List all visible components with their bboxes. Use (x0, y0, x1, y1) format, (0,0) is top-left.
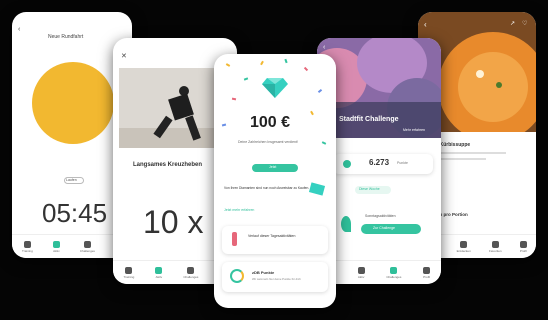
nav-active[interactable]: Aktiv (52, 240, 60, 253)
reward-amount: 100 € (250, 114, 291, 131)
nav-challenges[interactable]: Challenges (80, 240, 95, 253)
info-text: Von Ihren Diamanten sind nun noch Anweis… (224, 186, 310, 190)
nav-training[interactable]: Training (124, 266, 134, 279)
hero-more-button[interactable]: Mehr erfahren (403, 128, 425, 132)
week-badge-label: Diese Woche (359, 187, 380, 191)
close-icon[interactable]: ✕ (121, 52, 127, 60)
running-icon (23, 240, 31, 248)
nav-active[interactable]: Aktiv (357, 266, 365, 279)
nav-discover[interactable]: Entdecken (457, 240, 471, 253)
card-title: Sonntagsaktivitäten (365, 214, 396, 218)
running-icon (125, 266, 133, 274)
trophy-icon (390, 266, 398, 274)
reps-counter: 10 x (143, 204, 204, 240)
activity-icon (155, 266, 163, 274)
score-value: 6.273 (369, 158, 390, 167)
share-icon[interactable]: ↗ (510, 20, 515, 27)
nav-challenges[interactable]: Challenges (183, 266, 198, 279)
bottle-icon (232, 232, 237, 246)
back-arrow-icon[interactable]: ‹ (323, 44, 325, 51)
screen-title: Neue Rundfahrt (48, 34, 84, 40)
challenge-leaf-illustration (341, 216, 351, 232)
profile-icon (519, 240, 527, 248)
nav-profile[interactable]: Profil (519, 240, 527, 253)
activity-icon (357, 266, 365, 274)
nav-profile[interactable]: Profil (423, 266, 431, 279)
nav-challenges[interactable]: Challenges (386, 266, 401, 279)
activity-icon (52, 240, 60, 248)
trophy-icon (343, 160, 351, 168)
diamond-stack-illustration (308, 182, 326, 196)
favorite-icon[interactable]: ♡ (522, 20, 527, 27)
points-card-title: zDB Punkte (252, 270, 275, 275)
phone-reward-screen: 100 € Deine Zahlreichen Insgesamt verdie… (214, 54, 336, 308)
challenge-button-label: Zur Challenge (373, 226, 395, 230)
trophy-icon (83, 240, 91, 248)
timer-display: 05:45 (42, 198, 108, 228)
compass-icon (460, 240, 468, 248)
nav-active[interactable]: Aktiv (155, 266, 163, 279)
activity-circle (32, 62, 114, 144)
reward-subtitle: Deine Zahlreichen Insgesamt verdient! (238, 140, 298, 144)
progress-ring-icon (230, 269, 244, 283)
activity-card-title: Verlauf dieser Tagesaktivitäten (248, 234, 296, 238)
challenge-title: Stadtfit Challenge (339, 116, 399, 123)
nav-favorites[interactable]: Favoriten (489, 240, 502, 253)
activity-label: Laufen (66, 178, 77, 182)
back-arrow-icon[interactable]: ‹ (424, 20, 427, 29)
score-unit: Punkte (397, 161, 408, 165)
heart-icon (491, 240, 499, 248)
claim-button-label: Jetzt (269, 165, 277, 169)
back-arrow-icon[interactable]: ‹ (18, 26, 20, 33)
trophy-icon (187, 266, 195, 274)
diamond-icon (262, 78, 288, 98)
profile-icon (423, 266, 431, 274)
activity-card[interactable] (222, 226, 328, 254)
info-link[interactable]: Jetzt mehr erfahren (224, 208, 254, 212)
points-card-subtitle: Wir sammeln hier deine Punkte für dich (252, 277, 301, 281)
nav-training[interactable]: Training (22, 240, 33, 253)
exercise-name: Langsames Kreuzheben (133, 162, 203, 168)
